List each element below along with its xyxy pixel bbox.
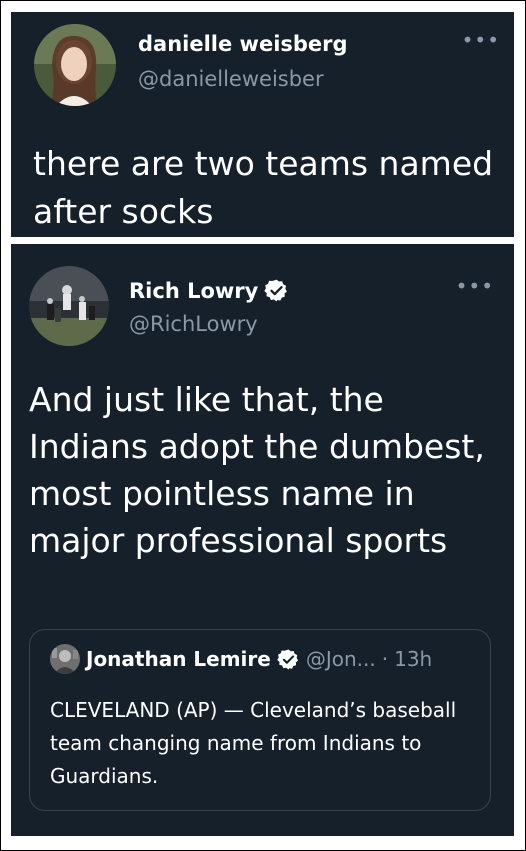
quoted-display-name: Jonathan Lemire [86,647,271,671]
quoted-tweet-text: CLEVELAND (AP) — Cleveland’s baseball te… [50,698,457,788]
avatar[interactable] [29,266,109,346]
display-name-row[interactable]: Rich Lowry [129,278,289,303]
tweet-card[interactable]: danielle weisberg @danielleweisber ••• t… [11,12,514,237]
separator-dot: · [381,647,389,671]
display-name[interactable]: Rich Lowry [129,279,258,303]
tweet-text: there are two teams named after socks [33,144,494,231]
avatar[interactable] [34,24,116,106]
user-handle[interactable]: @RichLowry [129,312,258,336]
tweet-card[interactable]: Rich Lowry @RichLowry ••• And just like … [11,244,514,836]
avatar [50,644,80,674]
tweet-text: And just like that, the Indians adopt th… [29,380,485,560]
more-horizontal-icon[interactable]: ••• [456,274,494,298]
verified-badge-icon [264,279,288,302]
display-name[interactable]: danielle weisberg [138,32,348,56]
verified-badge-icon [277,648,298,670]
quoted-handle: @Jon... [305,647,376,671]
timestamp: 13h [394,647,433,671]
quoted-tweet[interactable]: Jonathan Lemire @Jon... · 13h CLEVELAND … [29,629,491,811]
more-horizontal-icon[interactable]: ••• [462,28,500,52]
user-handle[interactable]: @danielleweisber [138,67,324,91]
quoted-tweet-header: Jonathan Lemire @Jon... · 13h [50,644,432,674]
